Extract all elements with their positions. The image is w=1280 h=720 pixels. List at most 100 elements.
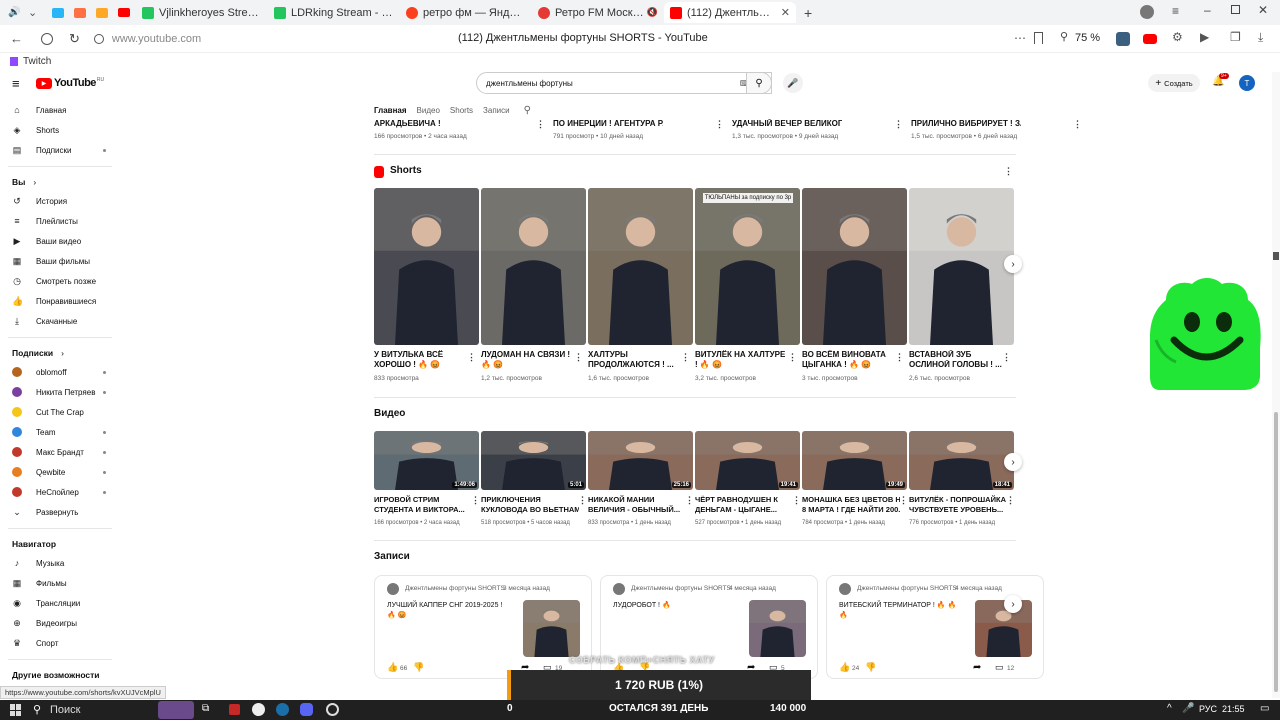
taskbar-search-icon[interactable]: ⚲	[33, 703, 41, 716]
video-title[interactable]: ПО ИНЕРЦИИ ! АГЕНТУРА РАБОТАЕТ...	[553, 119, 663, 129]
video-thumbnail[interactable]: 18:41	[909, 431, 1014, 490]
short-title[interactable]: У ВИТУЛЬКА ВСЁ ХОРОШО ! 🔥 😡	[374, 350, 469, 370]
short-more-icon[interactable]: ⋮	[681, 352, 690, 363]
post-author[interactable]: Джентльмены фортуны SHORTS	[405, 585, 505, 592]
short-more-icon[interactable]: ⋮	[1002, 352, 1011, 363]
profile-avatar[interactable]	[1140, 5, 1154, 19]
videos-next-button[interactable]: ›	[1004, 453, 1022, 471]
tab-mute-icon[interactable]: 🔇	[647, 7, 658, 18]
video-more-icon[interactable]: ⋮	[536, 119, 545, 130]
short-title[interactable]: ВИТУЛЁК НА ХАЛТУРЕ! 🔥 😡	[695, 350, 790, 370]
sidebar-item-nav[interactable]: ♛ Спорт	[0, 633, 120, 653]
sidebar-item-sub[interactable]: Макс Брандт	[0, 442, 120, 462]
short-thumbnail[interactable]	[909, 188, 1014, 345]
video-title[interactable]: ПРИКЛЮЧЕНИЯ КУКЛОВОДА ВО ВЬЕТНАМ...	[481, 495, 579, 515]
short-more-icon[interactable]: ⋮	[788, 352, 797, 363]
search-box[interactable]: джентльмены фортуны ⌨ ✕	[476, 72, 772, 94]
share-icon[interactable]: ➦	[973, 662, 981, 673]
scrollbar[interactable]	[1272, 72, 1280, 698]
sidebar-item-you[interactable]: ↺ История	[0, 191, 120, 211]
taskbar-search[interactable]: Поиск	[50, 704, 80, 716]
pinned-tab-icon[interactable]	[52, 7, 64, 18]
video-more-icon[interactable]: ⋮	[578, 495, 587, 506]
pinned-tab-youtube-icon[interactable]	[118, 8, 130, 17]
shorts-next-button[interactable]: ›	[1004, 255, 1022, 273]
collections-icon[interactable]: ❐	[1230, 30, 1241, 44]
post-author[interactable]: Джентльмены фортуны SHORTS	[857, 585, 957, 592]
taskbar-obs-icon[interactable]	[326, 703, 339, 716]
video-more-icon[interactable]: ⋮	[792, 495, 801, 506]
pinned-tab-icon[interactable]	[74, 7, 86, 18]
bookmark-icon[interactable]	[1034, 32, 1043, 44]
video-more-icon[interactable]: ⋮	[471, 495, 480, 506]
youtube-logo[interactable]: ▶ YouTube RU	[36, 77, 104, 89]
sidebar-item-nav[interactable]: ⊕ Видеоигры	[0, 613, 120, 633]
yandex-protect-icon[interactable]	[41, 32, 53, 45]
mic-icon[interactable]: 🎤	[1182, 703, 1194, 714]
post-author[interactable]: Джентльмены фортуны SHORTS	[631, 585, 731, 592]
video-thumbnail[interactable]: 19:41	[695, 431, 800, 490]
taskbar-app-icon[interactable]	[229, 704, 240, 715]
video-thumbnail[interactable]: 25:16	[588, 431, 693, 490]
video-thumbnail[interactable]: 1:49:06	[374, 431, 479, 490]
more-icon[interactable]: ⋯	[1014, 31, 1026, 45]
bookmark-twitch[interactable]: Twitch	[23, 56, 51, 67]
video-title[interactable]: МОНАШКА БЕЗ ЦВЕТОВ НА 8 МАРТА ! ГДЕ НАЙТИ…	[802, 495, 900, 515]
comment-icon[interactable]: ▭	[995, 662, 1004, 673]
video-title[interactable]: АРКАДЬЕВИЧА !	[374, 119, 484, 129]
dislike-icon[interactable]: 👎	[865, 662, 876, 673]
zoom-icon[interactable]: ⚲	[1060, 30, 1068, 43]
clock[interactable]: 21:55	[1222, 704, 1245, 714]
menu-icon[interactable]: ≡	[1172, 4, 1179, 18]
sidebar-item-sub[interactable]: Никита Петряев	[0, 382, 120, 402]
post-image[interactable]	[975, 600, 1032, 657]
browser-tab[interactable]: Ретро FM Москва - 🔇	[532, 2, 664, 23]
video-thumbnail[interactable]: 19:49	[802, 431, 907, 490]
speaker-icon[interactable]: 🔊	[8, 7, 22, 18]
sidebar-item-main[interactable]: ◈ Shorts	[0, 120, 120, 140]
media-icon[interactable]: ▶	[1200, 30, 1209, 44]
sidebar-item-you[interactable]: ◷ Смотреть позже	[0, 271, 120, 291]
sidebar-item-main[interactable]: ▤ Подписки	[0, 140, 120, 160]
post-image[interactable]	[749, 600, 806, 657]
sidebar-item-nav[interactable]: ♪ Музыка	[0, 553, 120, 573]
posts-next-button[interactable]: ›	[1004, 595, 1022, 613]
download-icon[interactable]: ⤓	[1258, 30, 1263, 45]
short-title[interactable]: ВСТАВНОЙ ЗУБ ОСЛИНОЙ ГОЛОВЫ ! ...	[909, 350, 1004, 370]
taskbar-browser-icon[interactable]	[252, 703, 265, 716]
extensions-icon[interactable]: ⚙	[1172, 30, 1183, 44]
short-title[interactable]: ХАЛТУРЫ ПРОДОЛЖАЮТСЯ ! ...	[588, 350, 683, 370]
dislike-icon[interactable]: 👎	[413, 662, 424, 673]
close-tab-icon[interactable]: ✕	[781, 6, 790, 19]
sidebar-subs-heading[interactable]: Подписки ›	[0, 344, 120, 362]
ext-ublock-icon[interactable]	[1116, 32, 1130, 46]
video-title[interactable]: ВИТУЛЁК - ПОПРОШАЙКА ! ЧУВСТВУЕТЕ УРОВЕНЬ…	[909, 495, 1007, 515]
video-title[interactable]: ЧЁРТ РАВНОДУШЕН К ДЕНЬГАМ - ЦЫГАНЕ...	[695, 495, 793, 515]
task-view-icon[interactable]: ⧉	[202, 703, 209, 714]
reload-icon[interactable]: ↻	[69, 31, 80, 47]
sidebar-item-you[interactable]: ⤓ Скачанные	[0, 311, 120, 331]
url-text[interactable]: www.youtube.com	[112, 33, 201, 45]
taskbar-widget-icon[interactable]	[158, 701, 194, 719]
sidebar-item-nav[interactable]: ▦ Фильмы	[0, 573, 120, 593]
sidebar-item-sub[interactable]: oblomoff	[0, 362, 120, 382]
lang-indicator[interactable]: РУС	[1199, 704, 1217, 714]
back-icon[interactable]: ←	[10, 31, 23, 46]
sidebar-item-you[interactable]: 👍 Понравившиеся	[0, 291, 120, 311]
sidebar-item-sub[interactable]: Qewbite	[0, 462, 120, 482]
notifications-center-icon[interactable]: ▭	[1260, 703, 1269, 714]
video-more-icon[interactable]: ⋮	[715, 119, 724, 130]
scrollbar-thumb[interactable]	[1274, 412, 1278, 692]
shorts-more-icon[interactable]: ⋮	[1004, 166, 1013, 177]
site-info-icon[interactable]	[93, 33, 104, 44]
video-title[interactable]: ПРИЛИЧНО ВИБРИРУЕТ ! ЗА ПО	[911, 119, 1021, 129]
video-more-icon[interactable]: ⋮	[894, 119, 903, 130]
short-more-icon[interactable]: ⋮	[467, 352, 476, 363]
video-more-icon[interactable]: ⋮	[1006, 495, 1015, 506]
browser-tab-active[interactable]: (112) Джентльмены ф ✕	[664, 2, 796, 23]
sidebar-item-sub[interactable]: Team	[0, 422, 120, 442]
ext-youtube-icon[interactable]	[1143, 34, 1157, 44]
short-thumbnail[interactable]	[481, 188, 586, 345]
start-icon[interactable]	[10, 704, 22, 716]
sidebar-item-you[interactable]: ≡ Плейлисты	[0, 211, 120, 231]
